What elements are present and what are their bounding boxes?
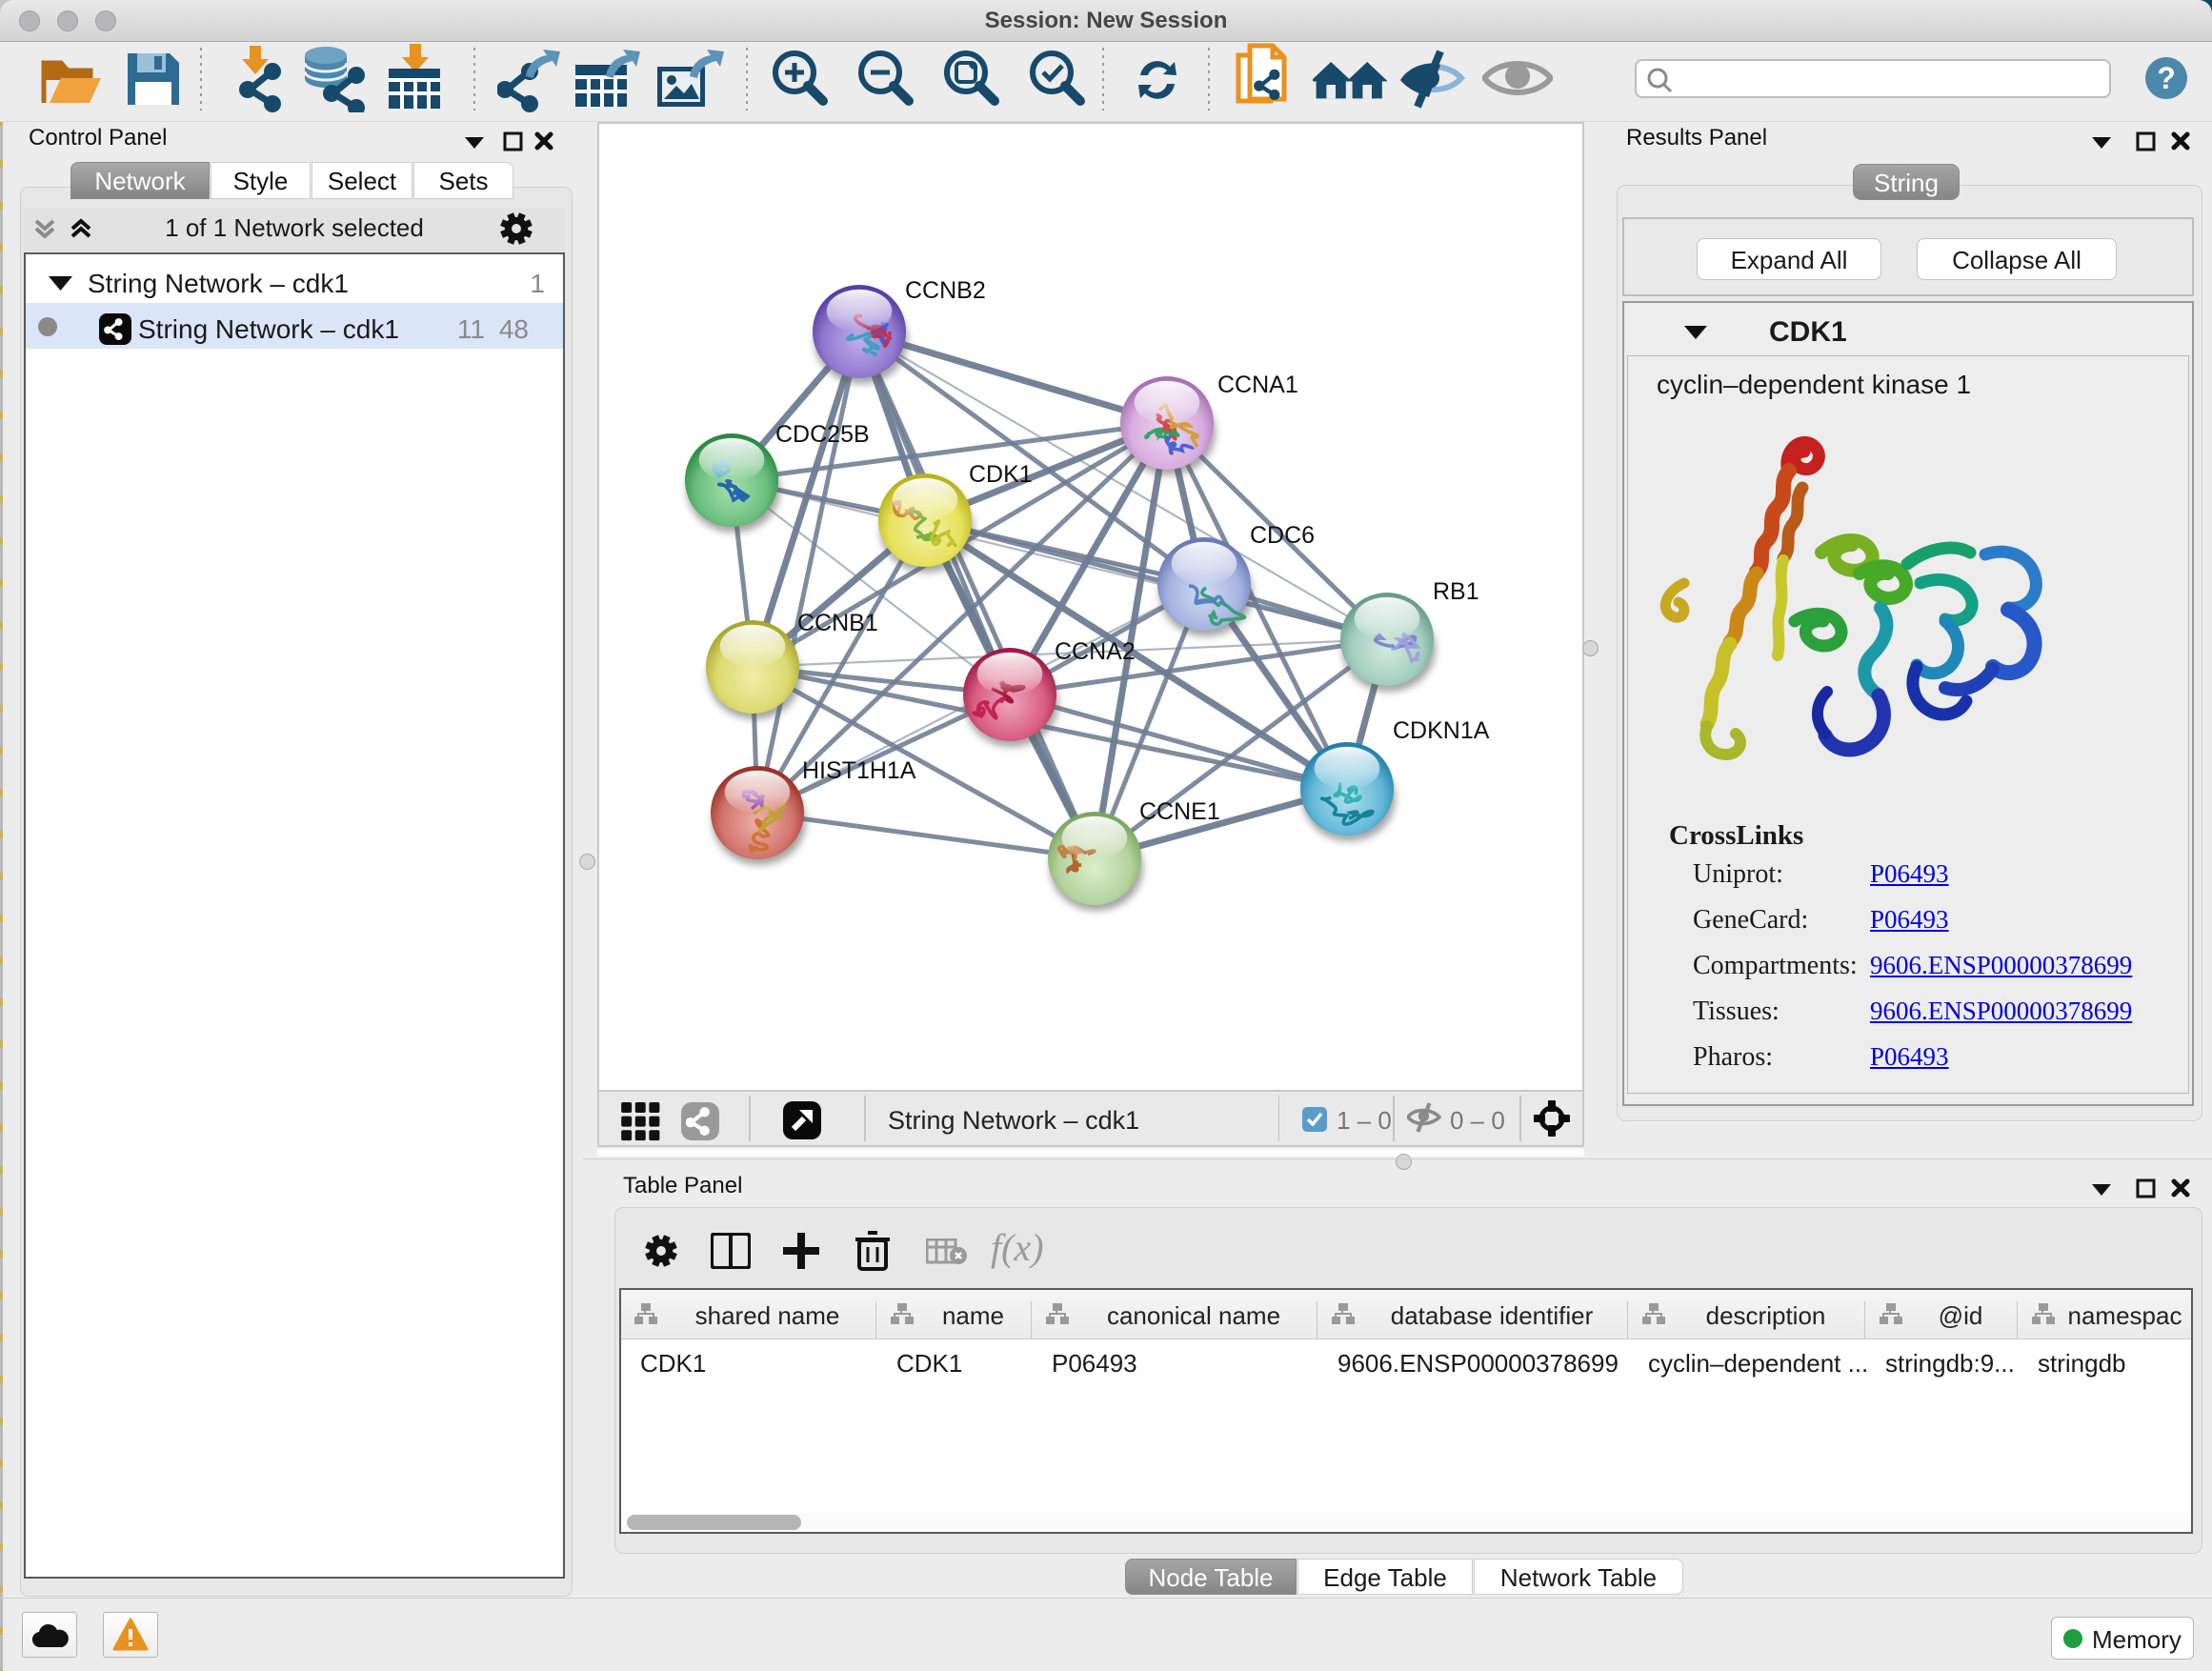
svg-text:HIST1H1A: HIST1H1A [802,757,916,784]
svg-text:CDK1: CDK1 [969,461,1033,488]
svg-text:CCNB1: CCNB1 [797,610,878,636]
svg-text:CCNA1: CCNA1 [1217,372,1298,398]
svg-text:CDKN1A: CDKN1A [1393,717,1490,744]
svg-text:CCNB2: CCNB2 [905,277,986,304]
svg-text:CDC6: CDC6 [1250,522,1315,549]
svg-text:CDC25B: CDC25B [775,421,870,448]
svg-text:CCNA2: CCNA2 [1055,638,1136,665]
svg-text:CCNE1: CCNE1 [1139,798,1220,825]
svg-text:RB1: RB1 [1433,578,1479,605]
